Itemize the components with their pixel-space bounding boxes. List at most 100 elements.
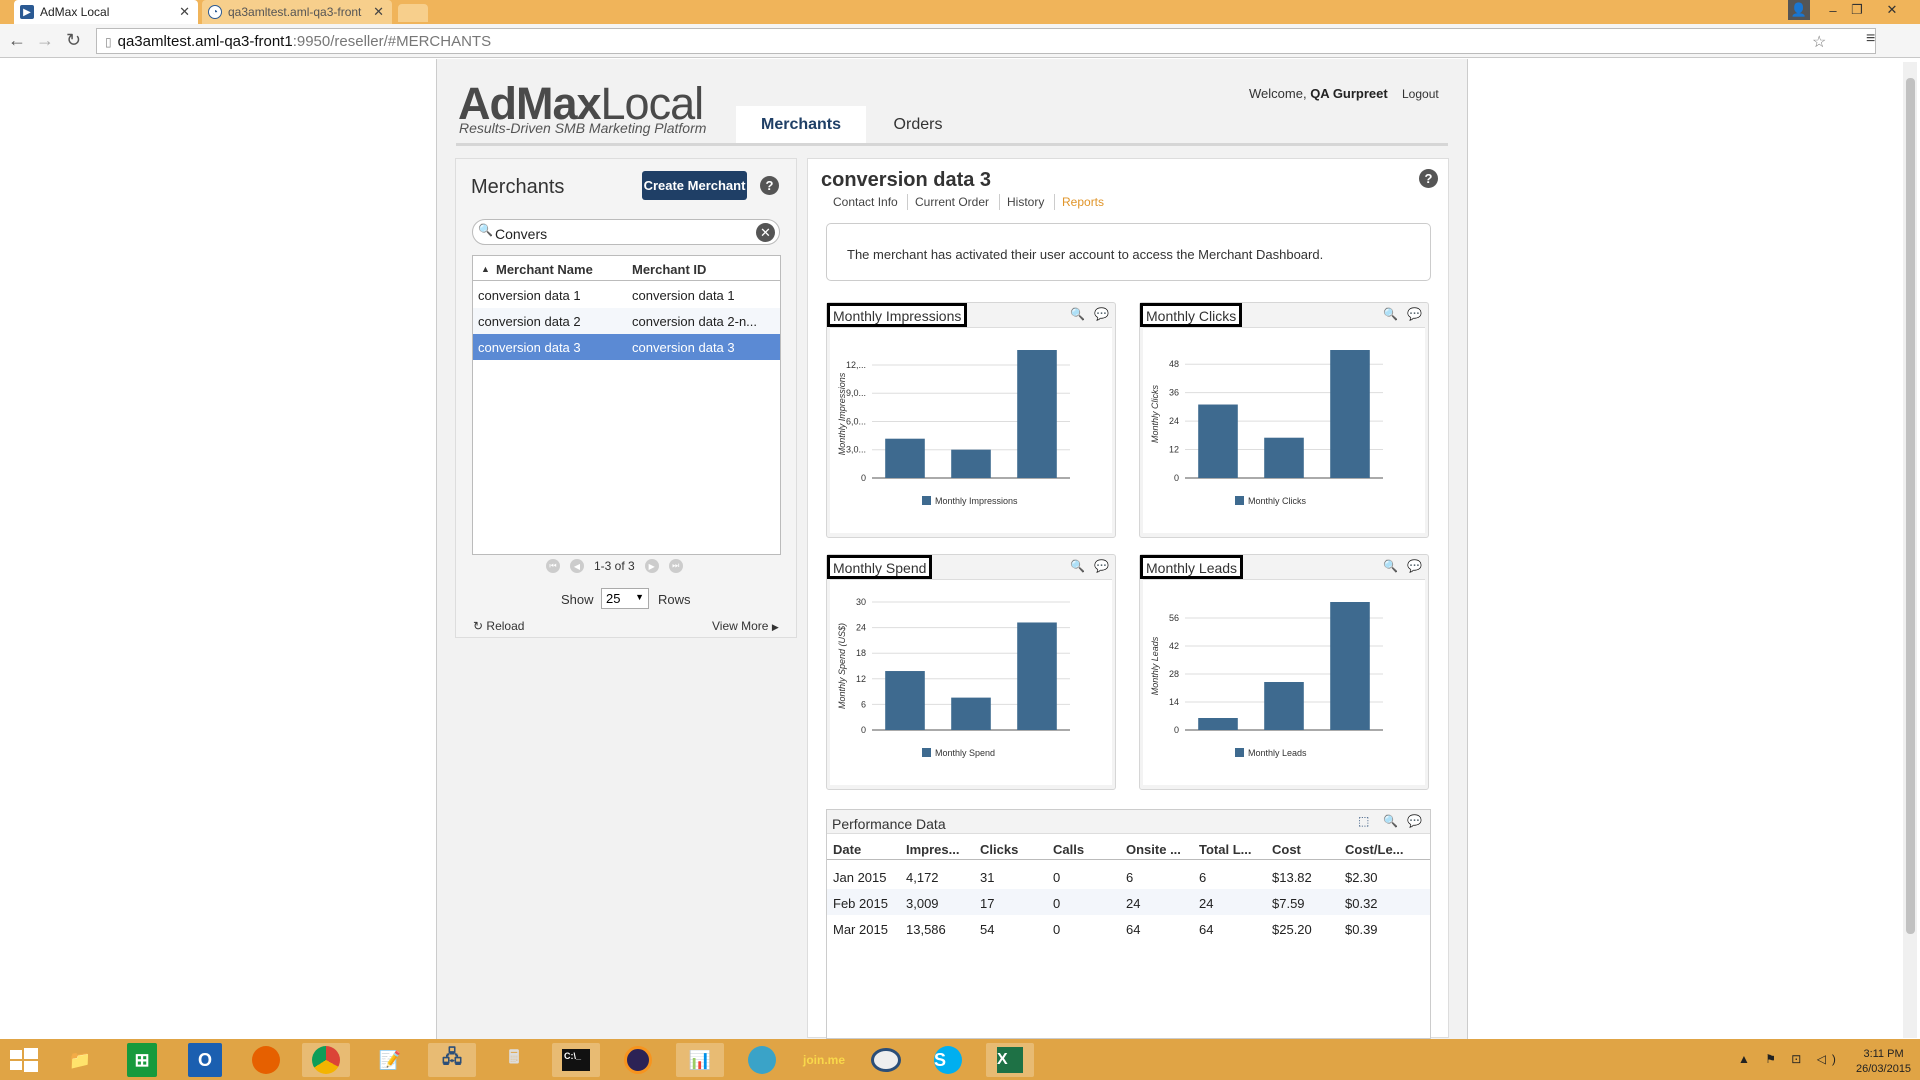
back-icon[interactable]: ← (8, 30, 26, 51)
merchant-row[interactable]: conversion data 2 conversion data 2-n... (473, 308, 780, 334)
restore-button[interactable]: ❐ (1846, 0, 1868, 20)
new-tab-button[interactable] (398, 4, 428, 22)
column-impressions[interactable]: Impres... (906, 842, 959, 857)
help-bubble-icon[interactable]: 💬 (1094, 307, 1109, 321)
reload-button[interactable]: ↻ Reload (473, 619, 524, 633)
bar-feb-2015[interactable] (951, 697, 991, 730)
bar-feb-2015[interactable] (1264, 437, 1304, 478)
browser-tab-active[interactable]: ▶ AdMax Local ✕ (14, 0, 198, 24)
help-bubble-icon[interactable]: 💬 (1407, 559, 1422, 573)
nav-tab-merchants[interactable]: Merchants (736, 106, 866, 144)
column-merchant-id[interactable]: Merchant ID (632, 262, 706, 277)
bar-feb-2015[interactable] (951, 449, 991, 478)
help-bubble-icon[interactable]: 💬 (1407, 814, 1422, 828)
notepad-icon[interactable]: 📝 (366, 1043, 414, 1077)
next-page-icon[interactable]: ▶ (644, 559, 659, 573)
excel-icon[interactable]: X (986, 1043, 1034, 1077)
windows-start-icon[interactable] (10, 1048, 38, 1077)
tab-contact-info[interactable]: Contact Info (833, 195, 898, 209)
zoom-icon[interactable]: 🔍 (1070, 307, 1085, 321)
address-bar[interactable]: ▯ qa3amltest.aml-qa3-front1:9950/reseller… (96, 28, 1876, 54)
skype-icon[interactable]: S (924, 1043, 972, 1077)
zoom-icon[interactable]: 🔍 (1383, 559, 1398, 573)
close-tab-icon[interactable]: ✕ (179, 4, 190, 20)
user-icon[interactable]: 👤 (1788, 0, 1810, 20)
reload-page-icon[interactable]: ↻ (66, 30, 81, 51)
tab-history[interactable]: History (1007, 195, 1044, 209)
eclipse-icon[interactable] (614, 1043, 662, 1077)
forward-icon[interactable]: → (36, 30, 54, 51)
performance-row[interactable]: Mar 2015 13,586 54 0 64 64 $25.20 $0.39 (827, 915, 1430, 941)
help-bubble-icon[interactable]: 💬 (1094, 559, 1109, 573)
zoom-icon[interactable]: 🔍 (1070, 559, 1085, 573)
close-tab-icon[interactable]: ✕ (373, 4, 384, 20)
column-onsite[interactable]: Onsite ... (1126, 842, 1181, 857)
last-page-icon[interactable]: ⏭ (668, 559, 683, 573)
store-icon[interactable]: ⊞ (127, 1043, 157, 1077)
bar-jan-2015[interactable] (885, 438, 925, 478)
minimize-button[interactable]: – (1822, 0, 1844, 20)
nav-tab-orders[interactable]: Orders (868, 106, 968, 144)
search-icon: 🔍 (478, 223, 493, 237)
calculator-icon[interactable]: 🖩 (490, 1043, 538, 1077)
create-merchant-button[interactable]: Create Merchant (642, 171, 747, 200)
bar-jan-2015[interactable] (1198, 404, 1238, 478)
sort-asc-icon[interactable]: ▲ (481, 264, 490, 274)
column-merchant-name[interactable]: Merchant Name (496, 262, 593, 277)
y-tick-label: 14 (1169, 697, 1179, 707)
y-tick-label: 36 (1169, 388, 1179, 398)
file-explorer-icon[interactable]: 📁 (56, 1043, 104, 1077)
close-window-button[interactable]: ✕ (1870, 0, 1914, 20)
help-icon[interactable]: ? (1419, 169, 1438, 188)
outlook-icon[interactable]: O (188, 1043, 222, 1077)
bar-mar-2015[interactable] (1017, 350, 1057, 478)
performance-row[interactable]: Jan 2015 4,172 31 0 6 6 $13.82 $2.30 (827, 863, 1430, 889)
system-clock[interactable]: 3:11 PM 26/03/2015 (1856, 1047, 1911, 1077)
merchant-search-input[interactable] (472, 219, 780, 245)
column-clicks[interactable]: Clicks (980, 842, 1018, 857)
export-icon[interactable]: ⬚ (1358, 814, 1369, 828)
join-me-icon[interactable]: join.me (800, 1043, 848, 1077)
column-date[interactable]: Date (833, 842, 861, 857)
legend-label: Monthly Impressions (935, 496, 1018, 506)
bookmark-star-icon[interactable]: ☆ (1812, 32, 1826, 52)
performance-column-header: Date Impres... Clicks Calls Onsite ... T… (827, 835, 1430, 860)
column-cost-per-lead[interactable]: Cost/Le... (1345, 842, 1404, 857)
remote-desktop-icon[interactable]: 🖧 (428, 1043, 476, 1077)
zoom-icon[interactable]: 🔍 (1383, 814, 1398, 828)
column-calls[interactable]: Calls (1053, 842, 1084, 857)
bar-jan-2015[interactable] (885, 671, 925, 730)
scrollbar-thumb[interactable] (1906, 78, 1915, 934)
performance-row[interactable]: Feb 2015 3,009 17 0 24 24 $7.59 $0.32 (827, 889, 1430, 915)
project-icon[interactable]: 📊 (676, 1043, 724, 1077)
page-size-select[interactable]: 25 ▼ (601, 588, 649, 609)
bar-mar-2015[interactable] (1330, 350, 1370, 478)
chrome-icon[interactable] (302, 1043, 350, 1077)
prev-page-icon[interactable]: ◀ (570, 559, 584, 573)
merchant-row-selected[interactable]: conversion data 3 conversion data 3 (473, 334, 780, 360)
help-bubble-icon[interactable]: 💬 (1407, 307, 1422, 321)
chat-icon[interactable] (862, 1043, 910, 1077)
first-page-icon[interactable]: ⏮ (546, 559, 560, 573)
browser-tab-inactive[interactable]: ◔ qa3amltest.aml-qa3-front ✕ (202, 0, 392, 24)
column-total-leads[interactable]: Total L... (1199, 842, 1251, 857)
firefox-icon[interactable] (242, 1043, 290, 1077)
network-icon[interactable] (738, 1043, 786, 1077)
tab-current-order[interactable]: Current Order (915, 195, 989, 209)
column-cost[interactable]: Cost (1272, 842, 1301, 857)
tab-label: qa3amltest.aml-qa3-front (228, 5, 362, 19)
bar-jan-2015[interactable] (1198, 718, 1238, 730)
menu-icon[interactable]: ≡ (1866, 30, 1875, 48)
command-prompt-icon[interactable]: C:\_ (552, 1043, 600, 1077)
system-tray-icons[interactable]: ▲ ⚑ ⊡ ◁) (1738, 1052, 1842, 1066)
help-icon[interactable]: ? (760, 176, 779, 195)
logout-link[interactable]: Logout (1402, 87, 1439, 101)
merchant-row[interactable]: conversion data 1 conversion data 1 (473, 282, 780, 308)
clear-search-icon[interactable]: ✕ (756, 223, 775, 242)
bar-mar-2015[interactable] (1017, 622, 1057, 730)
bar-feb-2015[interactable] (1264, 682, 1304, 730)
tab-reports[interactable]: Reports (1062, 195, 1104, 209)
bar-mar-2015[interactable] (1330, 602, 1370, 730)
zoom-icon[interactable]: 🔍 (1383, 307, 1398, 321)
view-more-link[interactable]: View More ▶ (712, 619, 779, 633)
